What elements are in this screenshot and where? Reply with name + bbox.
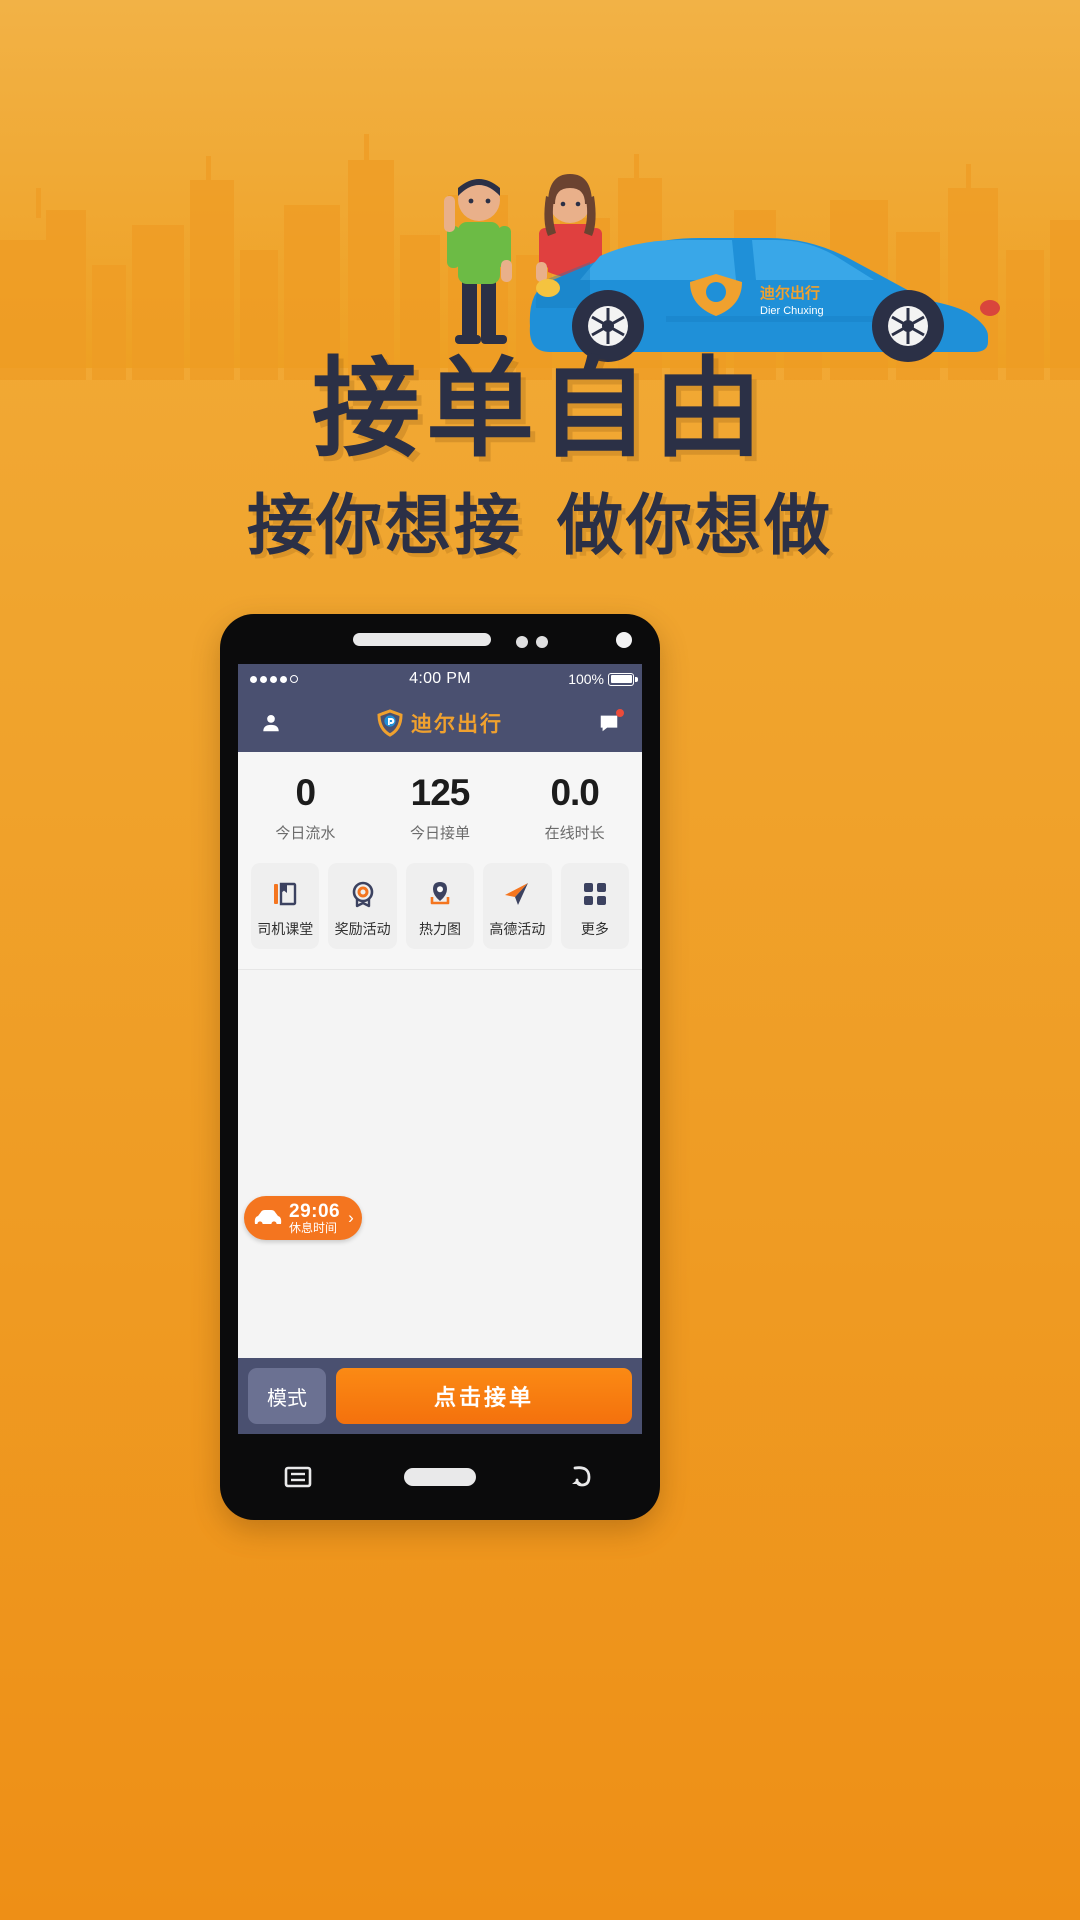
car-brand-text: 迪尔出行 (760, 284, 820, 302)
stat-value: 0 (295, 772, 317, 813)
app-brand-text: 迪尔出行 (411, 711, 503, 736)
app-header: 迪尔出行 (238, 694, 642, 752)
battery-indicator: 100% (568, 671, 638, 687)
promo-subtitle: 接你想接 做你想做 (0, 487, 1080, 564)
rest-timer-value: 29:06 (289, 1200, 341, 1222)
map-area[interactable]: 29:06 休息时间 › (238, 970, 642, 1358)
accept-order-button[interactable]: 点击接单 (336, 1368, 632, 1424)
front-camera-icon (616, 632, 632, 648)
car-illustration: 迪尔出行 Dier Chuxing (529, 238, 1000, 362)
android-nav-bar (238, 1434, 642, 1520)
rest-timer-badge[interactable]: 29:06 休息时间 › (244, 1196, 362, 1240)
stat-item: 0 今日流水 (238, 774, 373, 843)
quick-action-more[interactable]: 更多 (560, 863, 630, 949)
stat-item: 0.0 在线时长 (507, 774, 642, 843)
phone-mockup: 4:00 PM 100% 迪尔出行 0 今日流水 125 今日接单 0.0 在线… (220, 614, 660, 1520)
promo-title: 接单自由 (311, 347, 768, 472)
app-brand: 迪尔出行 (377, 708, 503, 738)
phone-top-bezel (220, 614, 660, 664)
book-icon (253, 876, 317, 912)
home-pill-icon[interactable] (403, 1468, 476, 1486)
status-bar: 4:00 PM 100% (238, 664, 642, 694)
grid-icon (563, 876, 627, 912)
quick-action-amap-activity[interactable]: 高德活动 (483, 863, 552, 949)
quick-actions-row: 司机课堂 奖励活动 热力图 高德活动 更多 (238, 863, 642, 970)
stats-row: 0 今日流水 125 今日接单 0.0 在线时长 (238, 752, 642, 863)
quick-action-label: 热力图 (419, 921, 462, 937)
sensor-icon (516, 636, 528, 648)
hero-illustration: 迪尔出行 Dier Chuxing (444, 174, 1000, 362)
stat-value: 125 (410, 772, 471, 813)
stat-value: 0.0 (550, 772, 599, 813)
map-pin-icon (408, 876, 472, 912)
stat-label: 今日流水 (275, 825, 336, 842)
quick-action-heatmap[interactable]: 热力图 (405, 863, 475, 949)
quick-action-driver-class[interactable]: 司机课堂 (251, 863, 320, 949)
battery-icon (608, 672, 638, 686)
quick-action-label: 高德活动 (489, 921, 546, 937)
man-figure (444, 179, 512, 344)
quick-action-label: 更多 (580, 921, 609, 937)
quick-action-label: 奖励活动 (334, 921, 391, 937)
profile-button[interactable] (254, 706, 288, 740)
car-brand-subtext: Dier Chuxing (760, 305, 824, 317)
recents-icon[interactable] (283, 1464, 313, 1490)
bottom-action-bar: 模式 点击接单 (238, 1358, 642, 1434)
rest-timer-label: 休息时间 (289, 1220, 338, 1235)
signal-strength-icon (250, 675, 298, 683)
message-badge-dot (616, 709, 624, 717)
stat-item: 125 今日接单 (373, 774, 508, 843)
person-icon (263, 715, 279, 732)
messages-button[interactable] (592, 706, 626, 740)
phone-screen: 4:00 PM 100% 迪尔出行 0 今日流水 125 今日接单 0.0 在线… (238, 664, 642, 1434)
battery-percent-label: 100% (568, 671, 604, 687)
medal-icon (330, 876, 394, 912)
earpiece-speaker (353, 633, 491, 646)
shield-logo-icon (377, 709, 403, 737)
stat-label: 今日接单 (410, 825, 471, 842)
rest-timer-text: 29:06 休息时间 (289, 1200, 341, 1235)
paper-plane-icon (485, 876, 549, 912)
chevron-right-icon: › (348, 1208, 354, 1227)
sensor-icon (536, 636, 548, 648)
quick-action-label: 司机课堂 (257, 921, 314, 937)
stat-label: 在线时长 (544, 825, 605, 842)
promo-subtitle-right: 做你想做 (557, 487, 833, 564)
mode-button[interactable]: 模式 (248, 1368, 326, 1424)
back-icon[interactable] (567, 1464, 597, 1490)
quick-action-reward-activity[interactable]: 奖励活动 (328, 863, 397, 949)
promo-subtitle-left: 接你想接 (247, 487, 523, 564)
car-icon (254, 1210, 282, 1227)
